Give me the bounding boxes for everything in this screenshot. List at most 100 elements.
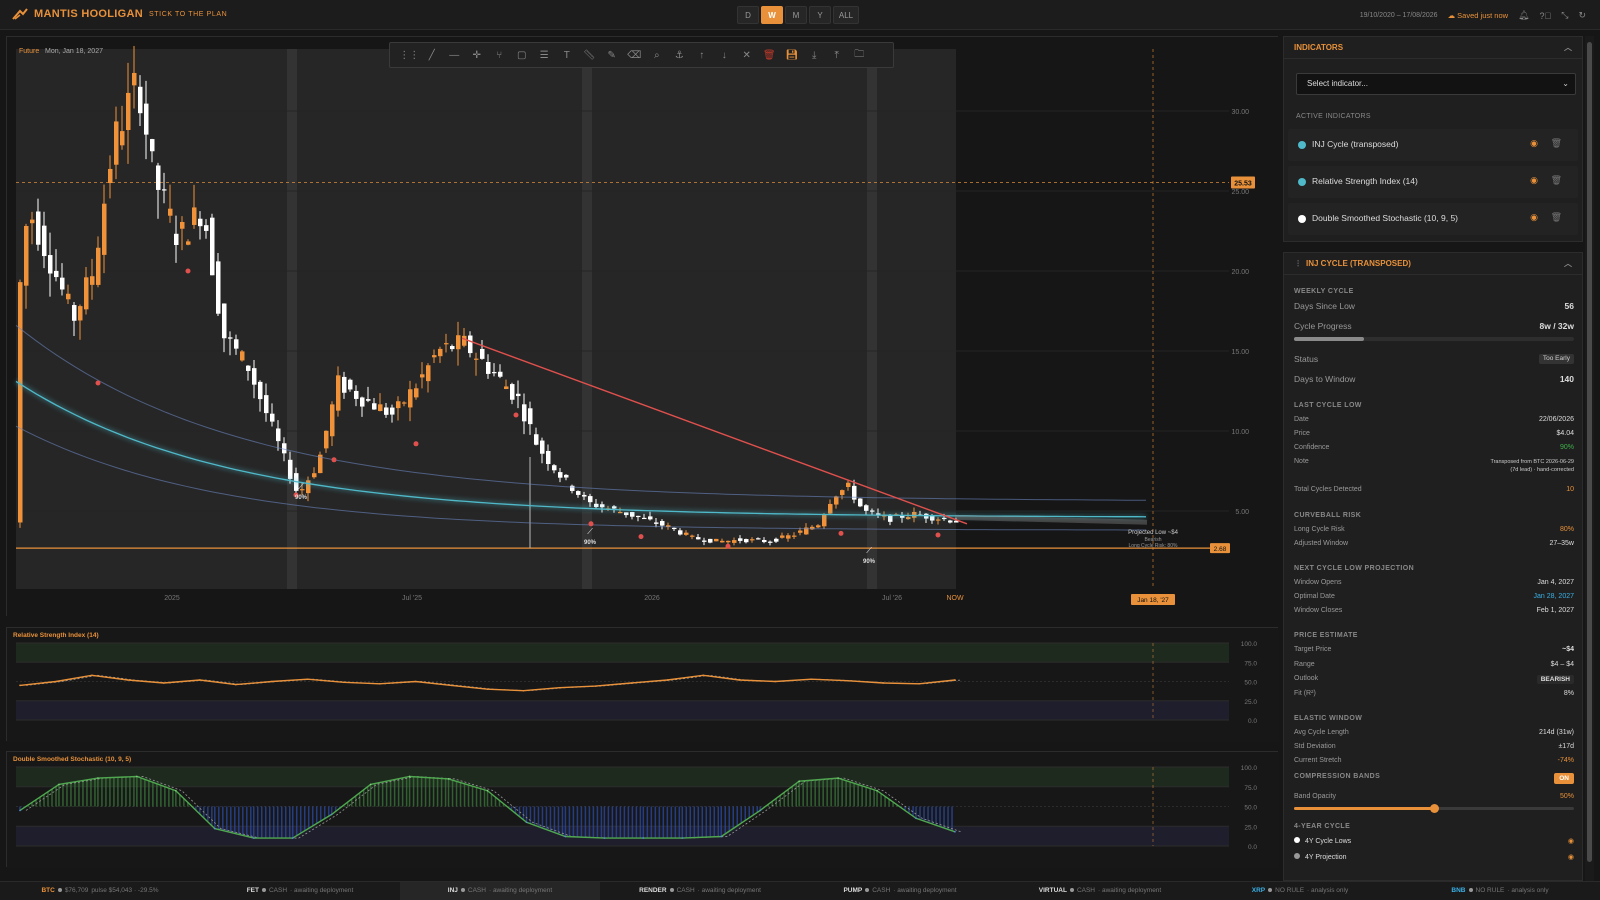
candle-body (42, 225, 47, 257)
ticker-bnb[interactable]: BNB NO RULE · analysis only (1400, 882, 1600, 900)
active-indicator-row[interactable]: Relative Strength Index (14) ◉ 🗑︎ (1288, 166, 1578, 198)
compression-bands-label: COMPRESSION BANDS (1294, 773, 1381, 780)
eye-icon[interactable]: ◉ (1568, 837, 1574, 845)
optimal-date-row: Optimal Date Jan 28, 2027 (1294, 593, 1574, 600)
delete-icon[interactable]: 🗑︎ (758, 50, 781, 61)
candle-body (324, 430, 329, 449)
timeframe-w-button[interactable]: W (761, 6, 783, 24)
candle-body (246, 365, 251, 371)
app-logo[interactable]: MANTIS HOOLIGAN (12, 8, 143, 20)
ruler-icon[interactable]: 📏︎ (578, 50, 601, 61)
stochastic-chart[interactable]: 100.0 75.0 50.0 25.0 0.0 (7, 752, 1279, 868)
oscillator-point (558, 686, 561, 689)
crosshair-icon[interactable]: ✛ (466, 50, 489, 61)
candle-body (636, 515, 641, 518)
oscillator-point (58, 783, 60, 786)
text-icon[interactable]: T (556, 50, 579, 61)
fit-row: Fit (R²) 8% (1294, 690, 1574, 697)
four-year-row[interactable]: 4Y Cycle Lows ◉ (1294, 837, 1574, 845)
ticker-note: · awaiting deployment (488, 887, 553, 894)
refresh-icon[interactable]: ↻ (1578, 10, 1586, 21)
eye-icon[interactable]: ◉ (1530, 212, 1538, 223)
timeframe-y-button[interactable]: Y (809, 6, 831, 24)
candle-body (774, 538, 779, 542)
trash-icon[interactable]: 🗑︎ (1551, 138, 1562, 149)
window-closes-row: Window Closes Feb 1, 2027 (1294, 607, 1574, 614)
fibonacci-icon[interactable]: ☰ (533, 50, 556, 61)
candle-body (174, 233, 179, 245)
trash-icon[interactable]: 🗑︎ (1551, 212, 1562, 223)
pitchfork-icon[interactable]: ⑂ (488, 50, 511, 61)
bell-icon[interactable]: 🔔︎ (1518, 10, 1529, 21)
ticker-btc[interactable]: BTC $76,709 pulse $54,043 · -29.5% (0, 882, 200, 900)
candle-body (330, 404, 335, 437)
candle-body (90, 276, 95, 285)
folder-icon[interactable]: 🗀 (848, 47, 871, 64)
help-icon[interactable]: ?⃝ (1539, 11, 1551, 21)
brush-icon[interactable]: ✎ (601, 50, 624, 61)
eraser-icon[interactable]: ⌫ (623, 50, 646, 61)
upload-icon[interactable]: ⤒ (826, 50, 849, 61)
band-opacity-handle[interactable] (1430, 804, 1439, 813)
save-icon[interactable]: 💾︎ (781, 50, 804, 61)
window-closes-label: Window Closes (1294, 607, 1343, 614)
rsi-chart[interactable]: 100.0 75.0 50.0 25.0 0.0 (7, 628, 1279, 742)
timeframe-m-button[interactable]: M (785, 6, 807, 24)
chevron-up-icon[interactable]: ︿ (1564, 253, 1572, 275)
status-dot (1069, 888, 1074, 893)
oscillator-point (810, 678, 812, 680)
candle-body (198, 218, 203, 227)
indicator-select[interactable]: Select indicator... ⌄ (1296, 73, 1576, 95)
download-icon[interactable]: ⤓ (803, 50, 826, 61)
oscillator-point (630, 682, 633, 684)
close-icon[interactable]: ✕ (736, 50, 759, 61)
active-indicator-row[interactable]: Double Smoothed Stochastic (10, 9, 5) ◉ 🗑︎ (1288, 203, 1578, 235)
cycle-header[interactable]: ⋮ INJ CYCLE (TRANSPOSED) ︿ (1284, 253, 1582, 275)
rectangle-icon[interactable]: ▢ (511, 50, 534, 61)
ticker-xrp[interactable]: XRP NO RULE · analysis only (1200, 882, 1400, 900)
ticker-inj[interactable]: INJ CASH · awaiting deployment (400, 882, 600, 900)
main-price-chart[interactable]: 30.00 25.00 20.00 15.00 10.00 5.00 2025 Jul '25… (6, 36, 1279, 617)
active-indicator-row[interactable]: INJ Cycle (transposed) ◉ 🗑︎ (1288, 129, 1578, 161)
status-dot (1268, 888, 1273, 893)
ticker-pump[interactable]: PUMP CASH · awaiting deployment (800, 882, 1000, 900)
save-status[interactable]: ☁ Saved just now (1448, 11, 1508, 20)
candle-body (126, 92, 131, 131)
candle-body (48, 255, 53, 274)
trash-icon[interactable]: 🗑︎ (1551, 175, 1562, 186)
stochastic-pane[interactable]: 100.0 75.0 50.0 25.0 0.0 Double Smoothed Sto… (6, 751, 1279, 868)
magnifier-icon[interactable]: ⌕ (646, 50, 669, 61)
eye-icon[interactable]: ◉ (1568, 853, 1574, 861)
chevron-up-icon[interactable]: ︿ (1564, 37, 1572, 59)
ticker-fet[interactable]: FET CASH · awaiting deployment (200, 882, 400, 900)
collapse-icon[interactable]: ⤡ (1561, 10, 1568, 21)
timeframe-d-button[interactable]: D (737, 6, 759, 24)
candle-body (468, 335, 473, 354)
confidence-value: 90% (1559, 444, 1574, 451)
grip-icon[interactable]: ⋮⋮ (398, 50, 421, 61)
candle-body (744, 539, 749, 543)
rsi-title: Relative Strength Index (14) (13, 632, 99, 639)
sidebar-scrollbar[interactable] (1585, 36, 1594, 881)
arrow-up-icon[interactable]: ↑ (691, 50, 714, 61)
eye-icon[interactable]: ◉ (1530, 175, 1538, 186)
price-chart-canvas[interactable]: 30.00 25.00 20.00 15.00 10.00 5.00 2025 Jul '25… (7, 37, 1279, 617)
band-opacity-slider[interactable] (1294, 804, 1574, 813)
four-year-row[interactable]: 4Y Projection ◉ (1294, 853, 1574, 861)
compression-bands-toggle[interactable]: ON (1554, 773, 1574, 784)
eye-icon[interactable]: ◉ (1530, 138, 1538, 149)
horizontal-line-icon[interactable]: — (443, 50, 466, 61)
oscillator-point (91, 674, 93, 677)
days-since-low-value: 56 (1564, 301, 1574, 311)
timeframe-all-button[interactable]: ALL (833, 6, 859, 24)
anchor-icon[interactable]: ⚓︎ (668, 50, 691, 61)
indicators-header[interactable]: INDICATORS ︿ (1284, 37, 1582, 59)
oscillator-point (882, 682, 884, 684)
cursor-time-badge: Jan 18, '27 (1137, 597, 1169, 604)
ticker-render[interactable]: RENDER CASH · awaiting deployment (600, 882, 800, 900)
scrollbar-thumb[interactable] (1587, 42, 1592, 862)
arrow-down-icon[interactable]: ↓ (713, 50, 736, 61)
trendline-icon[interactable]: ╱ (421, 50, 444, 61)
rsi-pane[interactable]: 100.0 75.0 50.0 25.0 0.0 Relative Strength I… (6, 627, 1279, 742)
ticker-virtual[interactable]: VIRTUAL CASH · awaiting deployment (1000, 882, 1200, 900)
